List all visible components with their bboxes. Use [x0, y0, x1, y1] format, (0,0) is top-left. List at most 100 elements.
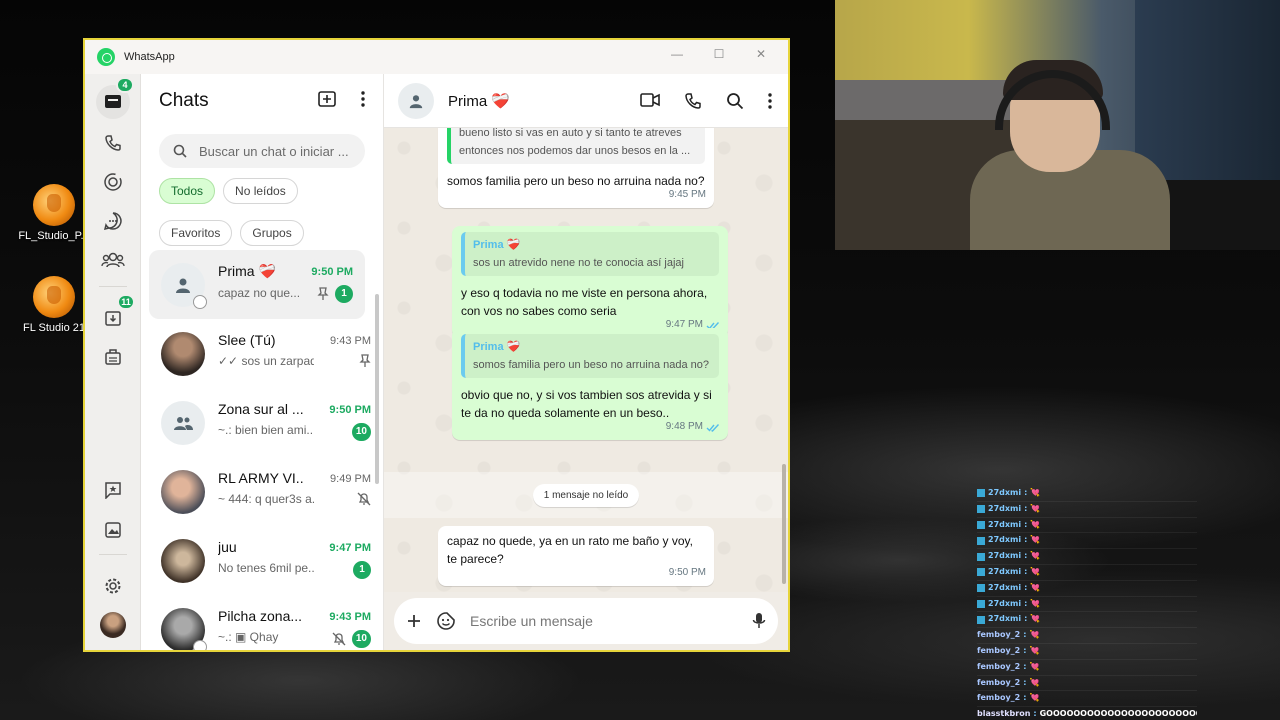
stream-chat-message: 💘 — [1030, 519, 1041, 529]
chat-item-prima[interactable]: Prima ❤️‍🩹 9:50 PM capaz no que... 1 — [149, 250, 365, 319]
message-input[interactable]: Escribe un mensaje — [470, 613, 738, 629]
stream-chat-user: femboy_2 — [977, 630, 1021, 640]
stream-chat-colon: : — [1023, 693, 1027, 703]
search-icon[interactable] — [726, 92, 744, 110]
conversation-actions — [640, 92, 772, 110]
conversation-panel: Prima ❤️‍🩹 bueno listo si vas en auto y … — [384, 74, 788, 650]
close-button[interactable]: ✕ — [740, 40, 782, 68]
fl-studio-icon — [33, 184, 75, 226]
quoted-message[interactable]: bueno listo si vas en auto y si tanto te… — [447, 128, 705, 164]
stream-chat-user: 27dxmi — [988, 566, 1022, 576]
stream-chat-line: femboy_2 : 💘 — [977, 691, 1197, 708]
message-meta: 9:48 PM — [666, 418, 720, 436]
microphone-icon[interactable] — [752, 612, 766, 630]
rail-settings-button[interactable] — [95, 570, 131, 602]
quoted-message[interactable]: Prima ❤️‍🩹 sos un atrevido nene no te co… — [461, 232, 719, 276]
message-time: 9:45 PM — [668, 189, 706, 200]
chat-items: Prima ❤️‍🩹 9:50 PM capaz no que... 1 Sle… — [141, 250, 383, 650]
chat-list-panel: Chats Buscar un chat o iniciar ... Todos… — [141, 74, 384, 650]
menu-dots-icon[interactable] — [768, 92, 772, 110]
sticker-emoji-icon[interactable] — [436, 611, 456, 631]
stream-chat-colon: : — [1024, 535, 1028, 545]
message-outgoing[interactable]: Prima ❤️‍🩹 sos un atrevido nene no te co… — [452, 226, 728, 338]
rail-divider — [99, 554, 127, 555]
unread-count-badge: 1 — [335, 284, 353, 303]
stream-chat-colon: : — [1024, 551, 1028, 561]
stream-chat-line: femboy_2 : 💘 — [977, 660, 1197, 676]
rail-archived-button[interactable]: 11 — [95, 294, 135, 334]
message-outgoing[interactable]: Prima ❤️‍🩹 somos familia pero un beso no… — [452, 328, 728, 440]
unread-separator-label: 1 mensaje no leído — [532, 483, 640, 507]
filter-chip-grupos[interactable]: Grupos — [240, 220, 304, 246]
stream-chat-line: 27dxmi : 💘 — [977, 518, 1197, 534]
chat-item-body: juu 9:47 PM No tenes 6mil pe... 1 — [218, 539, 383, 583]
message-incoming[interactable]: bueno listo si vas en auto y si tanto te… — [438, 128, 714, 208]
title-bar: WhatsApp — ☐ ✕ — [85, 40, 788, 74]
chat-item-rl-army[interactable]: RL ARMY VI... 9:49 PM ~ 444: q quer3s a.… — [141, 457, 383, 526]
rail-chats-button[interactable]: 4 — [96, 77, 134, 119]
communities-icon — [101, 252, 125, 268]
stream-chat-line: 27dxmi : 💘 — [977, 502, 1197, 518]
message-incoming[interactable]: capaz no quede, ya en un rato me baño y … — [438, 526, 714, 586]
filter-chip-todos[interactable]: Todos — [159, 178, 216, 204]
chat-list-header: Chats — [141, 74, 383, 128]
desktop-icon-fl-studio-21[interactable]: FL Studio 21 — [18, 276, 90, 334]
chat-badge-icon — [977, 568, 985, 577]
new-chat-icon[interactable] — [317, 90, 337, 108]
media-gallery-icon — [105, 522, 121, 538]
stream-chat-message: 💘 — [1030, 488, 1041, 497]
rail-ai-button[interactable] — [95, 341, 131, 373]
filter-chip-favoritos[interactable]: Favoritos — [159, 220, 233, 246]
avatar — [161, 607, 207, 650]
menu-dots-icon[interactable] — [361, 90, 365, 108]
archived-unread-badge: 11 — [117, 294, 135, 310]
stream-chat-line: blasstkbron :GOOOOOOOOOOOOOOOOOOOOOOOOL — [977, 707, 1197, 720]
attach-plus-icon[interactable] — [406, 613, 422, 629]
rail-status-button[interactable] — [95, 166, 131, 198]
search-input[interactable]: Buscar un chat o iniciar ... — [159, 134, 365, 168]
filter-chip-no-leidos[interactable]: No leídos — [223, 178, 298, 204]
quoted-author: Prima ❤️‍🩹 — [473, 341, 521, 353]
chat-badge-icon — [977, 552, 985, 561]
rail-starred-button[interactable] — [95, 474, 131, 506]
message-input-box[interactable]: Escribe un mensaje — [394, 598, 778, 644]
maximize-button[interactable]: ☐ — [698, 40, 740, 68]
conversation-scrollbar[interactable] — [782, 464, 786, 584]
quoted-message[interactable]: Prima ❤️‍🩹 somos familia pero un beso no… — [461, 334, 719, 378]
rail-media-button[interactable] — [95, 514, 131, 546]
chat-item-slee[interactable]: Slee (Tú) 9:43 PM ✓✓ sos un zarpad... — [141, 319, 383, 388]
desktop-icon-fl-studio-portable[interactable]: FL_Studio_P... — [18, 184, 90, 242]
rail-divider — [99, 286, 127, 287]
default-avatar-icon — [409, 94, 423, 108]
unread-separator: 1 mensaje no leído — [384, 472, 788, 518]
chat-name: Prima ❤️‍🩹 — [218, 262, 276, 279]
chat-preview: ~.: bien bien ami... — [218, 422, 314, 437]
default-avatar-icon — [176, 278, 190, 293]
fl-studio-icon — [33, 276, 75, 318]
contact-avatar[interactable] — [398, 82, 434, 119]
chat-name: Slee (Tú) — [218, 331, 276, 348]
starred-messages-icon — [105, 482, 121, 499]
phone-icon[interactable] — [684, 92, 702, 110]
composer: Escribe un mensaje — [384, 592, 788, 650]
rail-channels-button[interactable] — [95, 205, 131, 237]
chat-preview: No tenes 6mil pe... — [218, 560, 314, 575]
chat-item-juu[interactable]: juu 9:47 PM No tenes 6mil pe... 1 — [141, 526, 383, 595]
chat-list-scrollbar[interactable] — [375, 294, 379, 484]
rail-calls-button[interactable] — [95, 127, 131, 159]
chat-item-pilcha-zona[interactable]: Pilcha zona... 9:43 PM ~.: ▣ Qhay 10 — [141, 595, 383, 650]
chat-list-header-actions — [317, 90, 365, 108]
conversation-header[interactable]: Prima ❤️‍🩹 — [384, 74, 788, 128]
chat-meta: 10 — [332, 629, 371, 648]
profile-avatar[interactable] — [100, 612, 126, 638]
muted-bell-icon — [332, 632, 346, 645]
stream-chat-user: 27dxmi — [988, 503, 1022, 513]
minimize-button[interactable]: — — [656, 40, 698, 68]
window-title: WhatsApp — [124, 51, 175, 63]
rail-communities-button[interactable] — [95, 244, 131, 276]
chat-time: 9:50 PM — [311, 265, 353, 278]
chat-item-body: RL ARMY VI... 9:49 PM ~ 444: q quer3s a.… — [218, 470, 383, 514]
stream-chat-message: 💘 — [1029, 645, 1040, 655]
video-call-icon[interactable] — [640, 92, 660, 108]
chat-item-zona-sur[interactable]: Zona sur al ... 9:50 PM ~.: bien bien am… — [141, 388, 383, 457]
